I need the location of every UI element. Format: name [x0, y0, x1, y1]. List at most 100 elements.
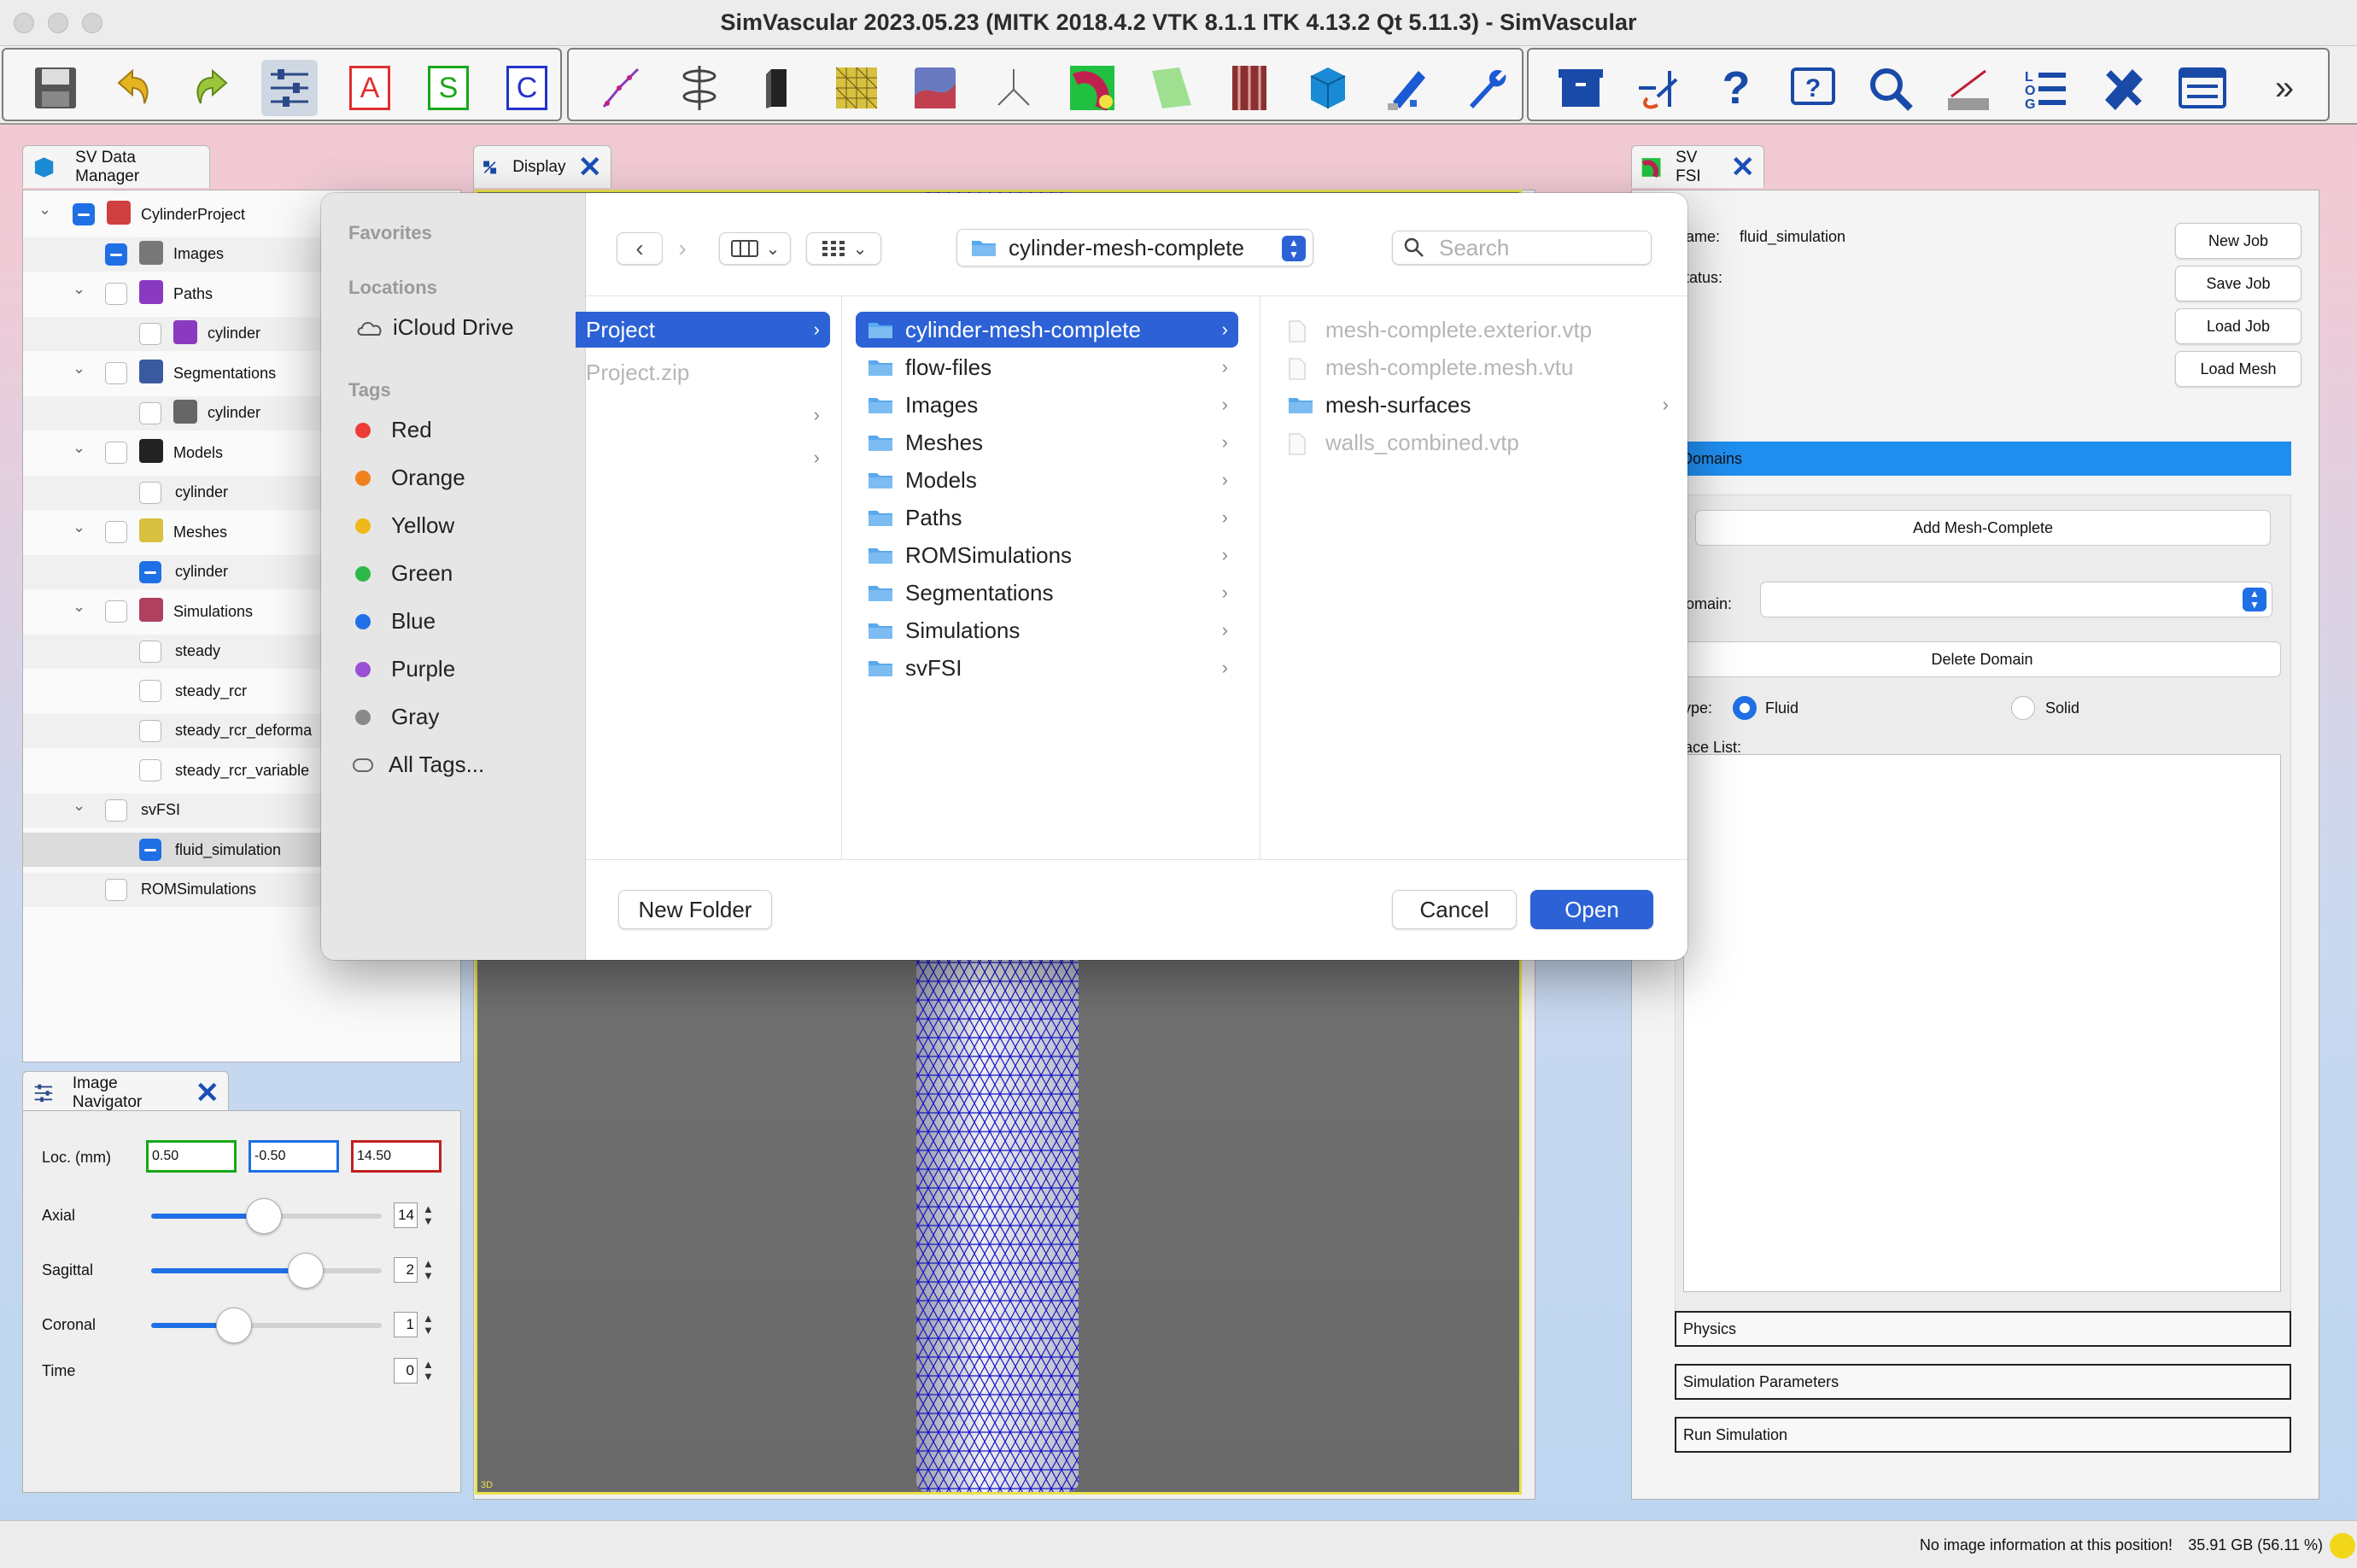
tab-display[interactable]: Display ✕ [473, 145, 611, 188]
folder-item[interactable]: cylinder-mesh-complete › [856, 312, 1238, 348]
file-item[interactable]: walls_combined.vtp [1278, 424, 1679, 460]
folder-item[interactable]: Segmentations › [856, 575, 1238, 611]
slice-spinbox[interactable]: 2 ▲ ▼ [394, 1255, 443, 1285]
file-item[interactable]: mesh-complete.mesh.vtu [1278, 349, 1679, 385]
folder-item[interactable]: flow-files › [856, 349, 1238, 385]
settings-tools-button[interactable] [2096, 60, 2152, 116]
face-list[interactable] [1683, 754, 2281, 1292]
visibility-checkbox[interactable] [139, 560, 161, 583]
data-cube-button[interactable] [1300, 60, 1356, 116]
expand-chevron-icon[interactable]: ⌄ [73, 518, 90, 536]
domains-header[interactable]: Domains [1675, 442, 2291, 476]
expand-chevron-icon[interactable]: ⌄ [73, 280, 90, 298]
svfsi-mesh-button[interactable] [1143, 60, 1199, 116]
faq-button[interactable]: ? [1785, 60, 1841, 116]
axial-view-button[interactable]: A [342, 60, 398, 116]
folder-item[interactable]: Meshes › [856, 424, 1238, 460]
close-image-navigator-icon[interactable]: ✕ [196, 1079, 220, 1108]
visibility-checkbox[interactable] [139, 640, 161, 663]
add-mesh-complete-button[interactable]: Add Mesh-Complete [1695, 510, 2271, 546]
sagittal-view-button[interactable]: S [420, 60, 477, 116]
spin-arrows-icon[interactable]: ▲ ▼ [423, 1258, 434, 1282]
run-simulation-section[interactable]: Run Simulation [1675, 1417, 2291, 1453]
loc-x-field[interactable]: 0.50 [146, 1140, 237, 1173]
sidebar-tag-item[interactable]: Gray [355, 704, 439, 730]
sidebar-tag-item[interactable]: Blue [355, 608, 436, 635]
load-job-button[interactable]: Load Job [2175, 308, 2301, 344]
close-window-button[interactable] [14, 13, 34, 33]
visibility-checkbox[interactable] [105, 878, 127, 901]
slice-spinbox[interactable]: 14 ▲ ▼ [394, 1200, 443, 1231]
expand-chevron-icon[interactable]: ⌄ [73, 360, 90, 377]
folder-item[interactable]: Simulations › [856, 612, 1238, 648]
folder-item[interactable]: Models › [856, 462, 1238, 498]
time-spinbox[interactable]: 0 ▲ ▼ [394, 1355, 443, 1386]
close-display-icon[interactable]: ✕ [578, 153, 603, 182]
visibility-checkbox[interactable] [139, 481, 161, 504]
visibility-checkbox[interactable] [105, 243, 127, 266]
visibility-checkbox[interactable] [73, 203, 95, 225]
svfsi-button[interactable] [1064, 60, 1120, 116]
cancel-button[interactable]: Cancel [1392, 890, 1517, 929]
fluid-radio[interactable] [1733, 696, 1757, 720]
back-button[interactable]: ‹ [617, 232, 663, 265]
visibility-checkbox[interactable] [105, 283, 127, 305]
simulation-button[interactable] [907, 60, 963, 116]
minimize-window-button[interactable] [48, 13, 68, 33]
model-button[interactable] [750, 60, 806, 116]
redo-button[interactable] [184, 60, 241, 116]
slider-knob[interactable] [287, 1253, 324, 1289]
open-button[interactable]: Open [1530, 890, 1653, 929]
sidebar-tag-item[interactable]: Green [355, 560, 453, 587]
file-item[interactable]: Project.zip [576, 354, 830, 390]
search-input[interactable]: Search [1392, 231, 1652, 265]
visibility-checkbox[interactable] [105, 600, 127, 623]
folder-item[interactable]: svFSI › [856, 650, 1238, 686]
visibility-checkbox[interactable] [139, 759, 161, 781]
list-view-button[interactable] [2174, 60, 2231, 116]
visibility-checkbox[interactable] [139, 680, 161, 702]
sidebar-tag-item[interactable]: Purple [355, 656, 455, 682]
archive-button[interactable] [1553, 60, 1609, 116]
spin-arrows-icon[interactable]: ▲ ▼ [423, 1313, 434, 1337]
spin-arrows-icon[interactable]: ▲ ▼ [423, 1359, 434, 1383]
expand-chevron-icon[interactable]: ⌄ [73, 439, 90, 457]
file-item[interactable]: Project › [576, 312, 830, 348]
visibility-checkbox[interactable] [139, 719, 161, 742]
physics-section[interactable]: Physics [1675, 1311, 2291, 1347]
visibility-checkbox[interactable] [105, 362, 127, 384]
visibility-checkbox[interactable] [139, 401, 161, 424]
column-view-button[interactable]: ⌄ [719, 232, 791, 265]
visibility-checkbox[interactable] [105, 442, 127, 464]
expand-chevron-icon[interactable]: ⌄ [73, 598, 90, 616]
rom-simulation-button[interactable] [985, 60, 1042, 116]
tab-sv-fsi[interactable]: SV FSI ✕ [1631, 145, 1764, 188]
tab-image-navigator[interactable]: Image Navigator ✕ [22, 1071, 229, 1114]
transform-button[interactable] [1629, 60, 1686, 116]
slice-spinbox[interactable]: 1 ▲ ▼ [394, 1309, 443, 1340]
forward-button[interactable]: › [663, 232, 702, 265]
visibility-checkbox[interactable] [105, 799, 127, 822]
tools-button[interactable] [1457, 60, 1513, 116]
folder-item[interactable]: mesh-surfaces › [1278, 387, 1679, 423]
slider-knob[interactable] [246, 1198, 283, 1234]
search-button[interactable] [1862, 60, 1918, 116]
sidebar-tag-item[interactable]: Orange [355, 465, 465, 491]
save-job-button[interactable]: Save Job [2175, 266, 2301, 301]
edit-pen-button[interactable] [1378, 60, 1435, 116]
segmentation-button[interactable] [671, 60, 728, 116]
group-view-button[interactable]: ⌄ [806, 232, 881, 265]
new-folder-button[interactable]: New Folder [618, 890, 772, 929]
simulation-parameters-section[interactable]: Simulation Parameters [1675, 1364, 2291, 1400]
file-item[interactable]: › [576, 397, 830, 433]
sidebar-tag-item[interactable]: Red [355, 417, 432, 443]
expand-chevron-icon[interactable]: ⌄ [38, 201, 56, 219]
domain-select[interactable]: ▲ ▼ [1760, 582, 2272, 617]
path-popup[interactable]: cylinder-mesh-complete ▲ ▼ [956, 229, 1313, 266]
zoom-window-button[interactable] [82, 13, 102, 33]
load-mesh-button[interactable]: Load Mesh [2175, 351, 2301, 387]
save-button[interactable] [27, 60, 84, 116]
folder-item[interactable]: ROMSimulations › [856, 537, 1238, 573]
file-item[interactable]: › [576, 440, 830, 476]
new-job-button[interactable]: New Job [2175, 223, 2301, 259]
